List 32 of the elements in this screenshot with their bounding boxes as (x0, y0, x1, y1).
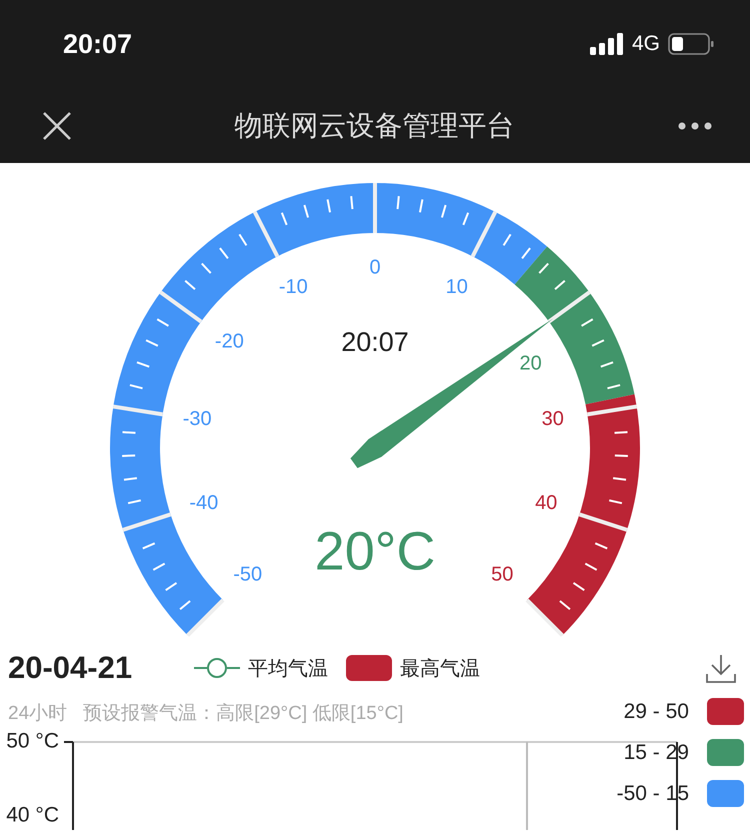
axis-label: 40 °C (6, 804, 59, 827)
scale-label: -40 (189, 492, 218, 514)
scale-label: 20 (520, 352, 542, 374)
scale-label: -20 (214, 330, 244, 352)
network-type: 4G (632, 32, 660, 56)
app-title: 物联网云设备管理平台 (234, 108, 514, 142)
temperature-reading: 20°C (314, 521, 436, 582)
scale-label: 50 (491, 564, 514, 586)
date-label: 20-04-21 (8, 650, 132, 686)
range-swatch[interactable] (707, 780, 744, 807)
scale-label: -30 (182, 408, 212, 430)
scale-label: -50 (233, 564, 262, 586)
legend-label[interactable]: 最高气温 (400, 654, 480, 682)
scale-label: -10 (278, 276, 308, 298)
scale-label: 30 (542, 408, 564, 430)
period-label: 24小时 (8, 702, 68, 726)
range-label: 29 - 50 (624, 700, 689, 724)
more-icon[interactable] (678, 122, 712, 130)
battery-icon (668, 33, 714, 55)
range-swatch[interactable] (707, 739, 744, 766)
close-icon[interactable] (43, 112, 71, 140)
gauge-time: 20:07 (341, 327, 409, 358)
alarm-settings: 预设报警气温：高限[29°C] 低限[15°C] (83, 702, 404, 726)
status-time: 20:07 (63, 28, 132, 60)
scale-label: 10 (446, 276, 468, 298)
scale-label: 0 (369, 256, 381, 278)
scale-label: 40 (535, 492, 558, 514)
download-icon[interactable] (706, 654, 736, 684)
legend-label[interactable]: 平均气温 (248, 654, 328, 682)
range-swatch[interactable] (707, 698, 744, 725)
signal-icon (590, 33, 624, 55)
axis-label: 50 °C (6, 730, 59, 753)
